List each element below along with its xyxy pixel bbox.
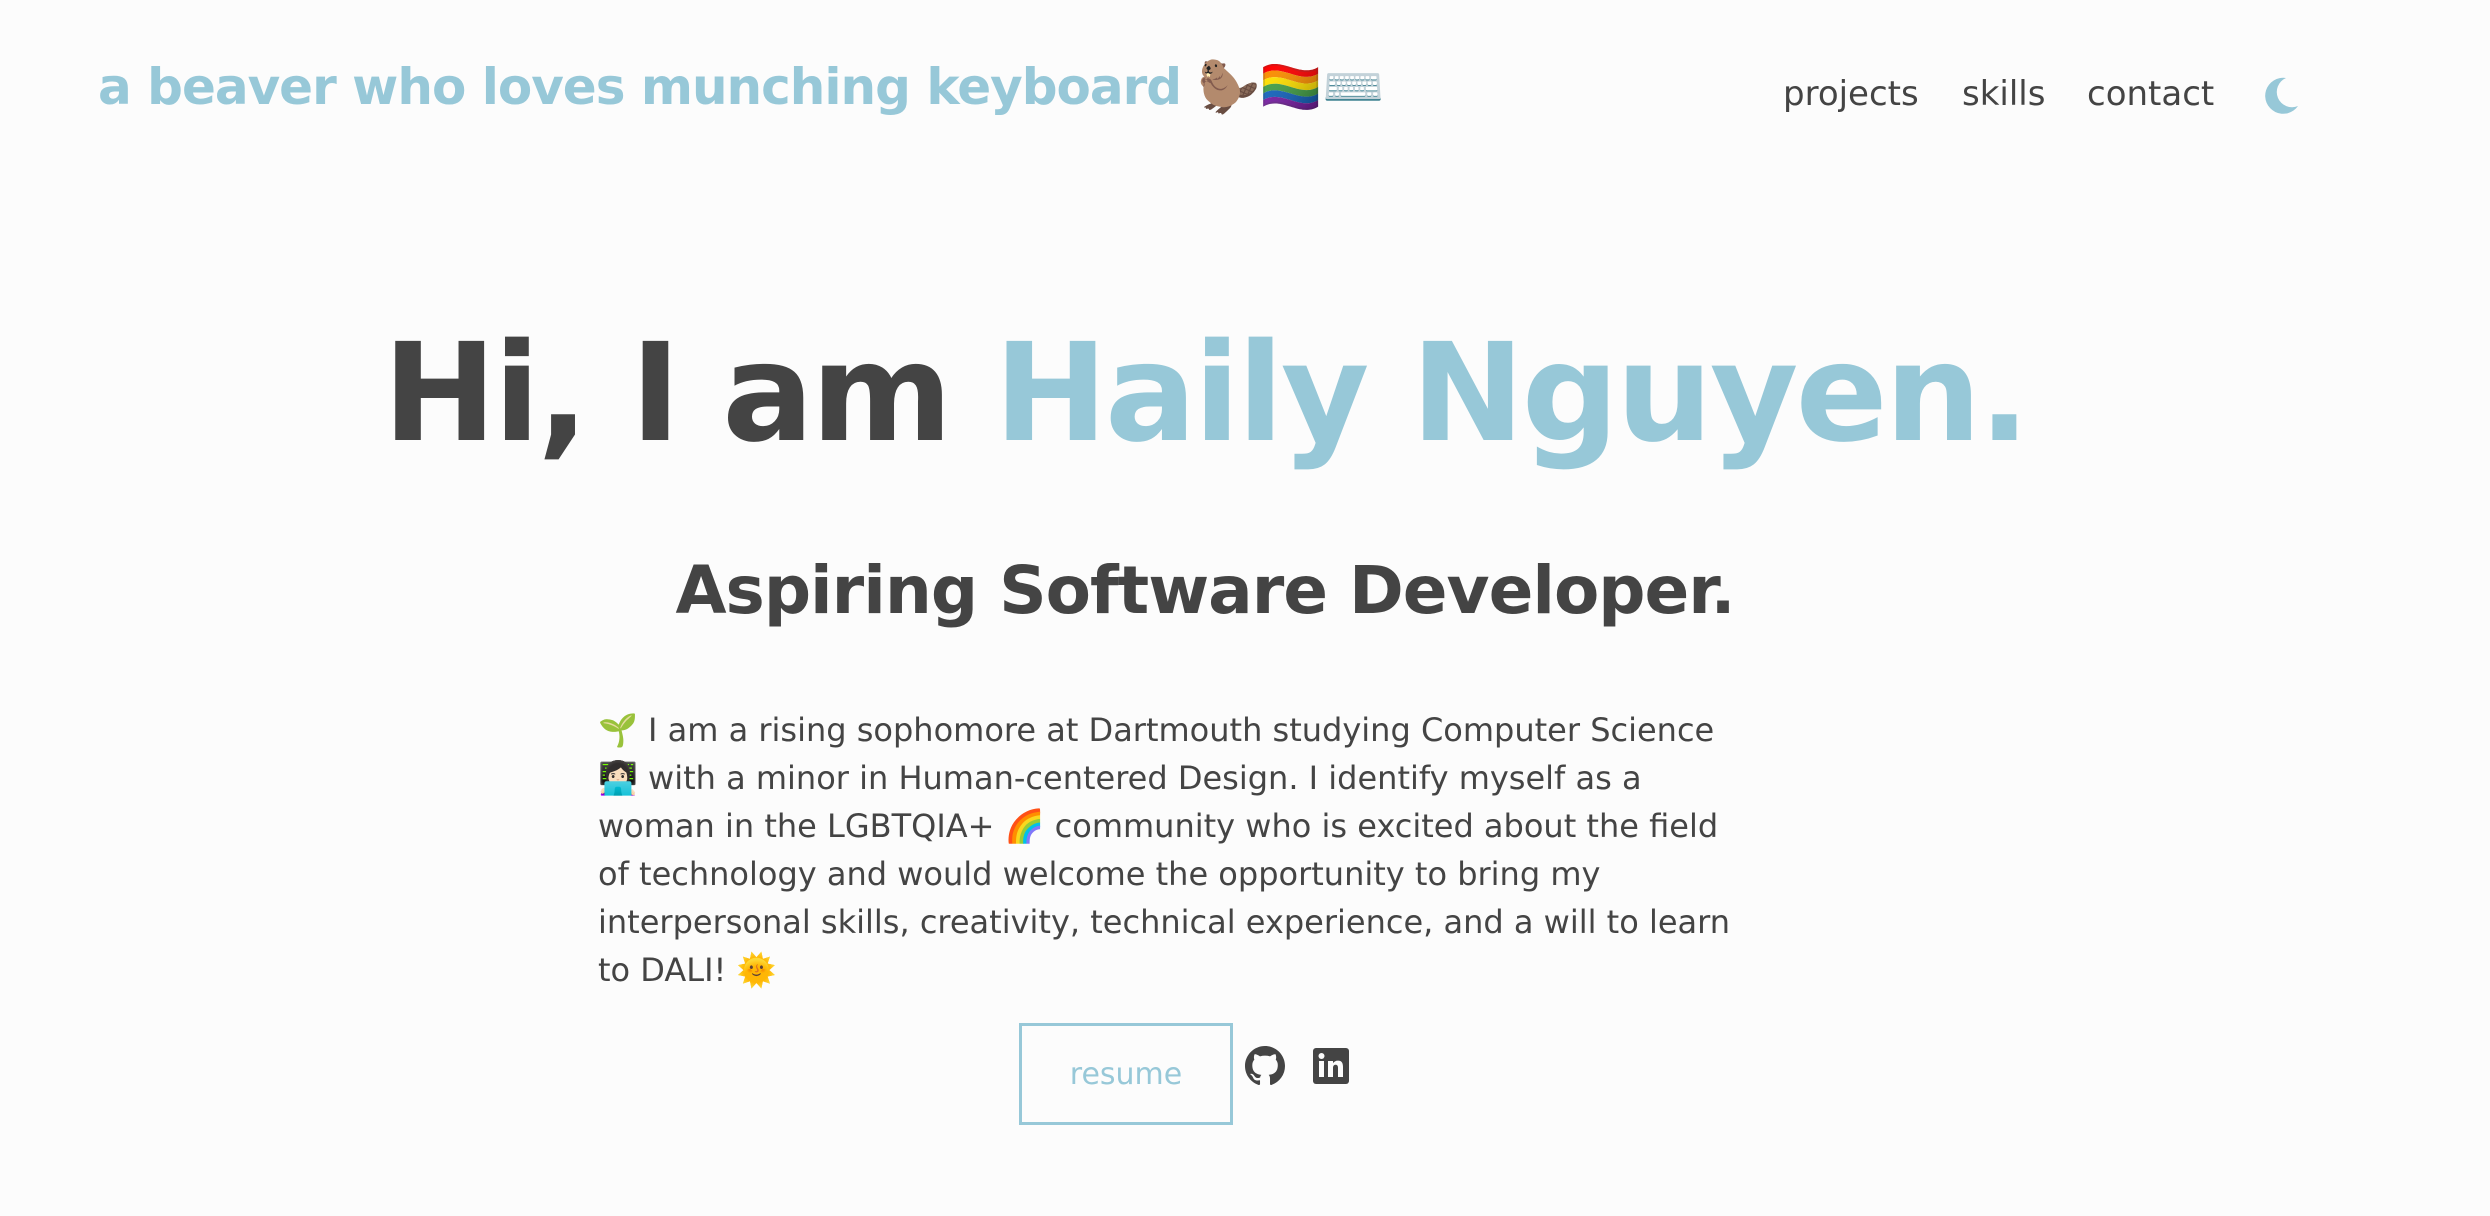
hero-greeting: Hi, I am [382,315,953,473]
github-link[interactable] [1245,1046,1285,1086]
resume-button[interactable]: resume [1019,1023,1233,1125]
nav-link-contact[interactable]: contact [2087,74,2214,114]
nav-link-projects[interactable]: projects [1783,74,1919,114]
site-title-emoji: 🦫🏳️‍🌈⌨️ [1197,58,1385,116]
site-title-text: a beaver who loves munching keyboard [98,58,1182,116]
hero-subtitle: Aspiring Software Developer. [675,552,1735,629]
github-icon [1245,1046,1285,1086]
moon-icon [2265,77,2298,114]
linkedin-icon [1313,1048,1349,1084]
site-header: a beaver who loves munching keyboard 🦫🏳️… [0,0,2490,200]
nav-link-skills[interactable]: skills [1962,74,2045,114]
theme-toggle-button[interactable] [2258,74,2302,118]
site-title[interactable]: a beaver who loves munching keyboard 🦫🏳️… [98,58,1384,117]
bio-paragraph: 🌱 I am a rising sophomore at Dartmouth s… [598,711,1731,989]
hero-heading: Hi, I am Haily Nguyen. [0,315,2410,473]
linkedin-link[interactable] [1311,1046,1351,1086]
hero-name: Haily Nguyen. [994,315,2030,473]
